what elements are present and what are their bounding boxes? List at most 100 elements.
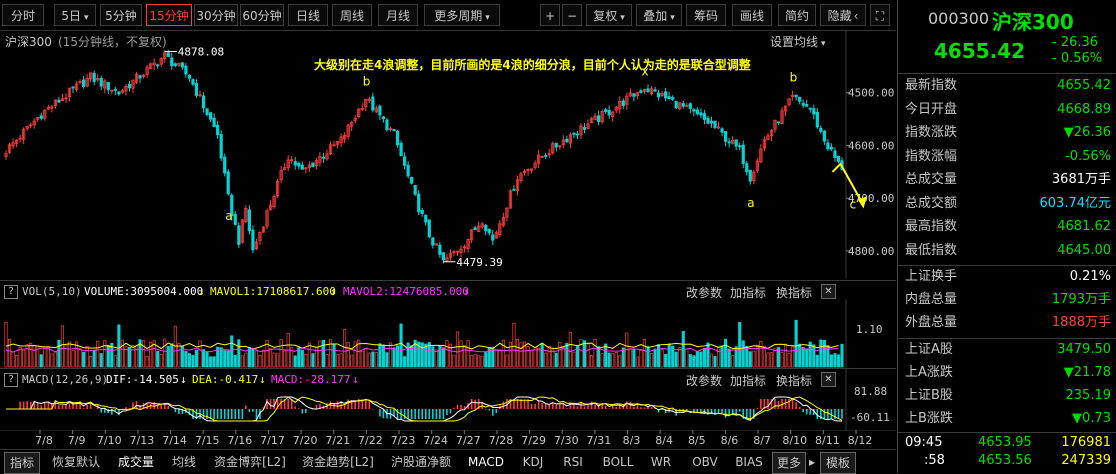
candle xyxy=(568,132,572,149)
chip-button[interactable]: 筹码 xyxy=(686,4,726,26)
period-5day-label: 5日 xyxy=(61,9,82,23)
tab-macd[interactable]: MACD xyxy=(466,452,506,472)
tab-kdj[interactable]: KDJ xyxy=(516,452,550,472)
y-tick-label: 4600.00 xyxy=(848,139,894,152)
volume-bar xyxy=(39,354,43,368)
volume-bar xyxy=(163,338,167,368)
tick-volume: 247339 xyxy=(1061,453,1111,468)
period-week[interactable]: 周线 xyxy=(332,4,372,26)
volume-bar xyxy=(685,348,689,368)
volume-bar xyxy=(166,345,170,368)
volume-bar xyxy=(840,343,844,368)
period-5day[interactable]: 5日 ▾ xyxy=(54,4,96,26)
candle xyxy=(646,84,650,93)
candle xyxy=(205,108,209,117)
period-15min[interactable]: 15分钟 xyxy=(146,4,192,26)
tab-fund-game[interactable]: 资金博弈[L2] xyxy=(210,452,290,472)
volume-bar xyxy=(505,354,509,368)
period-day[interactable]: 日线 xyxy=(288,4,328,26)
tab-template[interactable]: 模板 xyxy=(820,452,856,474)
zoom-out-button[interactable]: − xyxy=(562,4,582,26)
simple-button[interactable]: 简约 xyxy=(778,4,816,26)
quote-label: 总成交额 xyxy=(905,195,958,211)
volume-bar xyxy=(244,352,248,368)
candle xyxy=(29,122,33,129)
candle xyxy=(198,90,202,97)
tab-more[interactable]: 更多 xyxy=(772,452,806,474)
zoom-in-button[interactable]: + xyxy=(540,4,560,26)
help-icon[interactable]: ? xyxy=(4,285,18,299)
candle xyxy=(166,49,170,57)
candle xyxy=(170,52,174,70)
tab-ma[interactable]: 均线 xyxy=(168,452,200,472)
period-month[interactable]: 月线 xyxy=(378,4,418,26)
volume-bar xyxy=(276,353,280,368)
tab-restore-default[interactable]: 恢复默认 xyxy=(48,452,104,472)
candle xyxy=(173,62,177,68)
volume-bar xyxy=(272,352,276,368)
candle xyxy=(82,76,86,89)
tab-rsi[interactable]: RSI xyxy=(558,452,588,472)
volume-bar xyxy=(60,325,64,368)
candle xyxy=(272,194,276,209)
volume-bar xyxy=(304,354,308,368)
low-price-label: 4479.39 xyxy=(456,256,502,269)
volume-bar xyxy=(537,347,541,368)
candle xyxy=(632,92,636,102)
volume-bar xyxy=(484,352,488,368)
y-tick-label: 4800.00 xyxy=(848,245,894,258)
volume-bar xyxy=(540,343,544,368)
main-chart-area[interactable]: 沪深300 (15分钟线，不复权) 设置均线 ▾ 大级别在走4浪调整，目前所画的是… xyxy=(0,30,896,278)
quote-row: 总成交量 3681万手 xyxy=(898,169,1116,191)
period-30min[interactable]: 30分钟 xyxy=(194,4,238,26)
volume-bar xyxy=(346,342,350,368)
tab-boll[interactable]: BOLL xyxy=(598,452,638,472)
candle xyxy=(745,160,749,176)
candle xyxy=(392,128,396,132)
volume-bar xyxy=(639,350,643,368)
candle xyxy=(731,135,735,145)
fuquan-button[interactable]: 复权 ▾ xyxy=(586,4,632,26)
period-5min[interactable]: 5分钟 xyxy=(100,4,142,26)
date-tick-label: 7/23 xyxy=(391,434,416,447)
candle xyxy=(656,89,661,101)
more-periods[interactable]: 更多周期 ▾ xyxy=(424,4,500,26)
overlay-button[interactable]: 叠加 ▾ xyxy=(636,4,682,26)
candle xyxy=(579,123,583,140)
volume-bar xyxy=(374,352,378,368)
tab-indicator[interactable]: 指标 xyxy=(4,452,40,474)
tab-volume[interactable]: 成交量 xyxy=(114,452,158,472)
tab-bias[interactable]: BIAS xyxy=(732,452,766,472)
tick-row: :58 4653.56 247339 xyxy=(898,452,1116,470)
candle xyxy=(611,110,615,122)
tab-obv[interactable]: OBV xyxy=(688,452,722,472)
macd-y-tick-top: 81.88 xyxy=(854,385,887,398)
candle xyxy=(755,158,759,173)
tab-hgt-net[interactable]: 沪股通净额 xyxy=(386,452,456,472)
candle xyxy=(201,92,206,113)
candle xyxy=(300,161,304,170)
quote-label: 最高指数 xyxy=(905,219,958,234)
volume-bar xyxy=(597,346,601,368)
draw-line-button[interactable]: 画线 xyxy=(732,4,772,26)
hide-button[interactable]: 隐藏 ‹ xyxy=(820,4,866,26)
period-60min[interactable]: 60分钟 xyxy=(240,4,284,26)
candle xyxy=(293,157,297,170)
tab-wr[interactable]: WR xyxy=(648,452,674,472)
candle xyxy=(829,143,834,152)
candle xyxy=(413,184,417,197)
period-fenshi[interactable]: 分时 xyxy=(2,4,44,26)
volume-bar xyxy=(667,343,671,368)
candle xyxy=(565,135,569,144)
quote-value: 235.19 xyxy=(1065,388,1112,403)
vol-close-icon[interactable]: ✕ xyxy=(821,284,836,299)
quote-row: 外盘总量 1888万手 xyxy=(898,312,1116,334)
candle xyxy=(586,119,590,130)
candle xyxy=(692,108,696,117)
volume-bar xyxy=(131,345,135,368)
tab-fund-trend[interactable]: 资金趋势[L2] xyxy=(298,452,378,472)
volume-bar xyxy=(674,351,678,368)
expand-icon[interactable]: ⛶ xyxy=(870,4,890,26)
chevron-right-icon[interactable]: ▸ xyxy=(806,452,818,472)
date-tick-label: 7/8 xyxy=(35,434,53,447)
